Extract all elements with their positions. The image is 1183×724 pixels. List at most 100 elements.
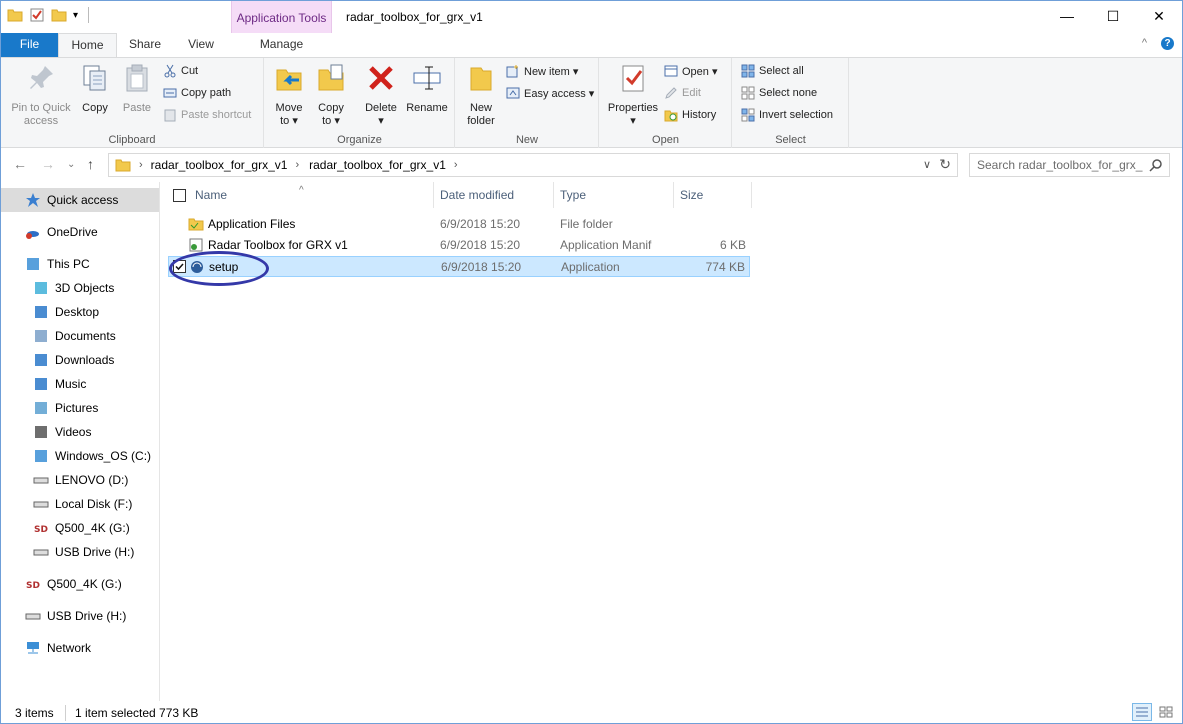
new-folder-icon (470, 67, 492, 91)
back-arrow-icon[interactable]: ← (13, 156, 27, 172)
breadcrumb-chevron-icon[interactable]: › (454, 159, 458, 171)
drive-windows-icon (35, 450, 47, 462)
collapse-ribbon-icon[interactable]: ^ (1142, 37, 1147, 50)
sidebar-item[interactable]: This PC (1, 252, 159, 276)
new-item-button[interactable]: New item ▾ (506, 64, 578, 78)
properties-button[interactable]: Properties ▾ (604, 62, 662, 128)
divider (65, 705, 66, 721)
refresh-icon[interactable]: ↻ (939, 156, 951, 173)
address-dropdown-icon[interactable]: ∨ (923, 158, 931, 171)
tab-view[interactable]: View (175, 33, 227, 57)
help-icon[interactable]: ? (1161, 37, 1174, 50)
breadcrumb-chevron-icon[interactable]: › (295, 159, 299, 171)
edit-button[interactable]: Edit (664, 86, 701, 100)
breadcrumb-chevron-icon[interactable]: › (139, 159, 143, 171)
properties-icon[interactable] (29, 7, 45, 23)
status-bar: 3 items 1 item selected 773 KB (1, 701, 1182, 724)
rename-button[interactable]: Rename (405, 62, 449, 115)
move-to-button[interactable]: Move to ▾ (271, 62, 307, 128)
sidebar-item[interactable]: Documents (1, 324, 159, 348)
up-arrow-icon[interactable]: ↑ (87, 156, 94, 172)
copy-icon (83, 65, 106, 91)
videos-icon (35, 426, 47, 438)
tab-manage[interactable]: Manage (231, 33, 332, 57)
select-all-checkbox[interactable] (173, 182, 186, 208)
forward-arrow-icon[interactable]: → (41, 156, 55, 172)
file-date: 6/9/2018 15:20 (440, 238, 521, 252)
column-divider[interactable] (673, 182, 674, 208)
close-button[interactable]: ✕ (1136, 1, 1182, 31)
sidebar-item[interactable]: LENOVO (D:) (1, 468, 159, 492)
sidebar-item[interactable]: USB Drive (H:) (1, 540, 159, 564)
sidebar-item[interactable]: Videos (1, 420, 159, 444)
sidebar-item[interactable]: OneDrive (1, 220, 159, 244)
sidebar-item[interactable]: Windows_OS (C:) (1, 444, 159, 468)
column-divider[interactable] (553, 182, 554, 208)
sd-card-icon: SD (34, 525, 48, 535)
highlight-ellipse-annotation (169, 251, 269, 286)
paste-label: Paste (122, 102, 152, 114)
large-icons-view-icon[interactable] (1156, 703, 1176, 721)
copy-to-button[interactable]: Copy to ▾ (313, 62, 349, 128)
sidebar-item[interactable]: Local Disk (F:) (1, 492, 159, 516)
tab-file[interactable]: File (1, 33, 58, 57)
select-all-button[interactable]: Select all (741, 64, 804, 78)
invert-selection-button[interactable]: Invert selection (741, 108, 833, 122)
open-button[interactable]: Open ▾ (664, 64, 718, 78)
minimize-button[interactable]: — (1044, 1, 1090, 31)
new-item-label: New item ▾ (524, 65, 579, 78)
copy-button[interactable]: Copy (77, 62, 113, 115)
sidebar-item[interactable]: Pictures (1, 396, 159, 420)
history-icon (664, 110, 678, 122)
select-none-button[interactable]: Select none (741, 86, 817, 100)
tab-home[interactable]: Home (58, 33, 117, 58)
recent-locations-icon[interactable]: ⌄ (67, 159, 75, 170)
sidebar-item[interactable]: 3D Objects (1, 276, 159, 300)
pin-label-2: access (23, 115, 59, 127)
new-folder-icon[interactable] (51, 7, 67, 23)
history-button[interactable]: History (664, 108, 716, 122)
sidebar-item[interactable]: SD Q500_4K (G:) (1, 572, 159, 596)
folder-icon (115, 159, 131, 172)
details-view-icon[interactable] (1132, 703, 1152, 721)
cut-button[interactable]: Cut (163, 64, 198, 78)
copy-path-button[interactable]: Copy path (163, 86, 231, 100)
column-divider[interactable] (751, 182, 752, 208)
maximize-button[interactable]: ☐ (1090, 1, 1136, 31)
folder-icon (7, 9, 23, 22)
sidebar-item[interactable]: USB Drive (H:) (1, 604, 159, 628)
search-placeholder: Search radar_toolbox_for_grx_ (977, 158, 1143, 172)
file-row[interactable]: Radar Toolbox for GRX v1 6/9/2018 15:20 Ap… (168, 235, 750, 256)
new-folder-button[interactable]: New folder (460, 62, 502, 128)
column-divider[interactable] (433, 182, 434, 208)
sidebar-item-label: Desktop (55, 305, 100, 319)
explorer-window: ▾ Application Tools radar_toolbox_for_gr… (0, 0, 1183, 724)
sidebar-item-label: Pictures (55, 401, 99, 415)
delete-button[interactable]: Delete ▾ (361, 62, 401, 128)
sidebar-item[interactable]: Music (1, 372, 159, 396)
sidebar-item[interactable]: Quick access (1, 188, 159, 212)
sidebar-item[interactable]: SD Q500_4K (G:) (1, 516, 159, 540)
column-header-name[interactable]: Name (195, 182, 227, 208)
sidebar-item[interactable]: Desktop (1, 300, 159, 324)
column-header-size[interactable]: Size (680, 182, 703, 208)
sidebar-item[interactable]: Downloads (1, 348, 159, 372)
easy-access-button[interactable]: Easy access ▾ (506, 86, 594, 100)
paste-button[interactable]: Paste (119, 62, 155, 115)
column-header-type[interactable]: Type (560, 182, 586, 208)
sidebar-item[interactable]: Network (1, 636, 159, 660)
paste-shortcut-button[interactable]: Paste shortcut (163, 108, 251, 122)
breadcrumb-item[interactable]: radar_toolbox_for_grx_v1 › (151, 158, 299, 172)
customize-dropdown-icon[interactable]: ▾ (73, 10, 78, 21)
sidebar-item-label: Q500_4K (G:) (47, 577, 122, 591)
tab-share[interactable]: Share (119, 33, 171, 57)
file-type: Application Manif (560, 238, 652, 252)
sidebar-item-label: Q500_4K (G:) (55, 521, 130, 535)
address-bar[interactable]: › radar_toolbox_for_grx_v1 › radar_toolb… (108, 153, 958, 177)
column-header-date[interactable]: Date modified (440, 182, 514, 208)
breadcrumb-item[interactable]: radar_toolbox_for_grx_v1 › (309, 158, 457, 172)
file-row[interactable]: Application Files 6/9/2018 15:20 File fold… (168, 214, 750, 235)
pin-to-quick-access-button[interactable]: Pin to Quick access (7, 62, 75, 128)
search-input[interactable]: Search radar_toolbox_for_grx_ (969, 153, 1170, 177)
new-item-icon (506, 65, 518, 78)
